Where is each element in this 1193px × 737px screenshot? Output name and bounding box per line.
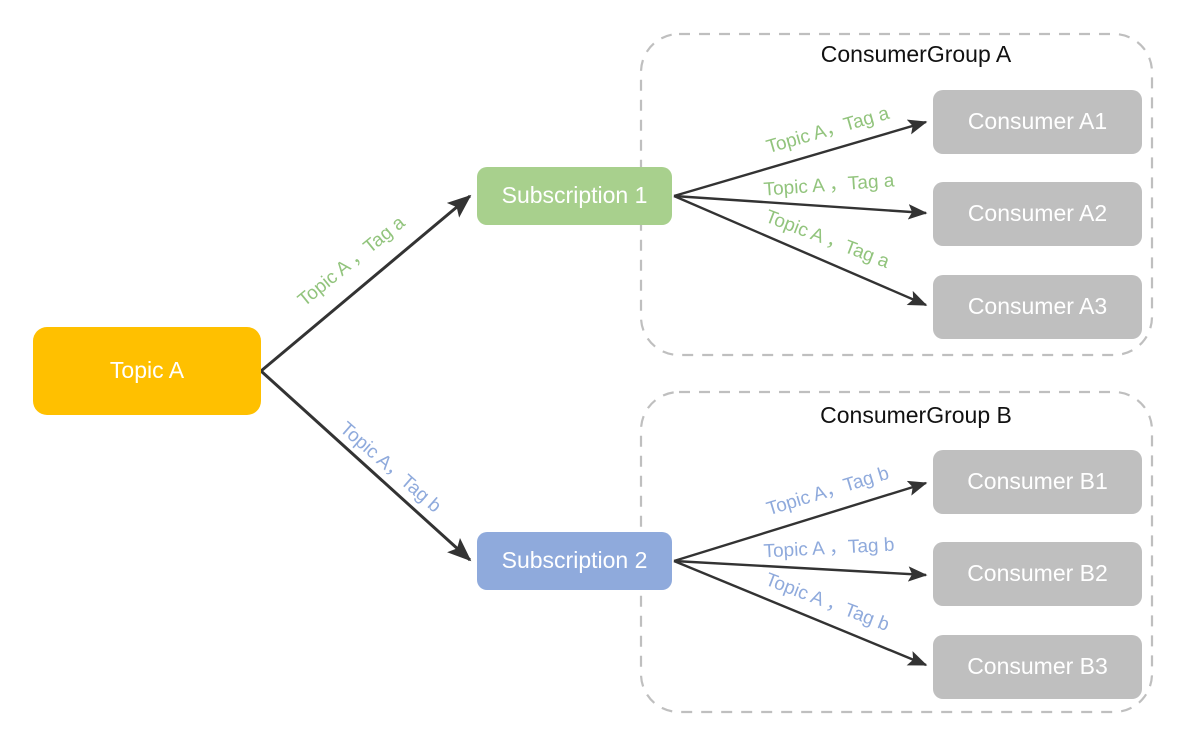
diagram-canvas: ConsumerGroup A ConsumerGroup B Topic A Su… xyxy=(33,32,1154,714)
consumer-b3-node[interactable]: Consumer B3 xyxy=(933,635,1142,699)
subscription-2-node-label: Subscription 2 xyxy=(502,547,648,573)
edge-subscription-2-to-consumer-b2 xyxy=(673,559,928,582)
edge-topic-to-subscription-2 xyxy=(259,369,472,562)
diagram-root: ConsumerGroup A ConsumerGroup B Topic A Su… xyxy=(0,0,1193,737)
subscription-1-node-label: Subscription 1 xyxy=(502,182,648,208)
edge-topic-to-subscription-1 xyxy=(260,194,472,373)
edge-subscription-1-to-consumer-a2-label: Topic A ，Tag a xyxy=(763,170,896,200)
consumer-group-b-title: ConsumerGroup B xyxy=(820,402,1012,428)
consumer-a2-node-label: Consumer A2 xyxy=(968,200,1107,226)
edge-subscription-1-to-consumer-a2 xyxy=(673,194,928,220)
consumer-b2-node-label: Consumer B2 xyxy=(967,560,1108,586)
consumer-group-a-title: ConsumerGroup A xyxy=(821,41,1012,67)
consumer-a1-node-label: Consumer A1 xyxy=(968,108,1107,134)
subscription-1-node[interactable]: Subscription 1 xyxy=(477,167,672,225)
edge-subscription-1-to-consumer-a3 xyxy=(673,194,928,307)
nodes-layer: Topic A Subscription 1 Subscription 2 Consu… xyxy=(33,90,1142,699)
consumer-a3-node[interactable]: Consumer A3 xyxy=(933,275,1142,339)
edge-subscription-2-to-consumer-b1-label: Topic A，Tag b xyxy=(764,463,891,520)
edge-subscription-2-to-consumer-b3 xyxy=(673,559,928,667)
consumer-b3-node-label: Consumer B3 xyxy=(967,653,1108,679)
subscription-2-node[interactable]: Subscription 2 xyxy=(477,532,672,590)
consumer-a1-node[interactable]: Consumer A1 xyxy=(933,90,1142,154)
edge-subscription-2-to-consumer-b2-label: Topic A ，Tag b xyxy=(763,535,895,563)
consumer-b1-node[interactable]: Consumer B1 xyxy=(933,450,1142,514)
consumer-a3-node-label: Consumer A3 xyxy=(968,293,1107,319)
consumer-b1-node-label: Consumer B1 xyxy=(967,468,1108,494)
topic-a-node-label: Topic A xyxy=(110,357,185,383)
consumer-b2-node[interactable]: Consumer B2 xyxy=(933,542,1142,606)
consumer-a2-node[interactable]: Consumer A2 xyxy=(933,182,1142,246)
edge-subscription-2-to-consumer-b3-label: Topic A ，Tag b xyxy=(762,569,892,636)
edge-topic-to-subscription-2-label: Topic A，Tag b xyxy=(336,418,445,517)
topic-a-node[interactable]: Topic A xyxy=(33,327,261,415)
